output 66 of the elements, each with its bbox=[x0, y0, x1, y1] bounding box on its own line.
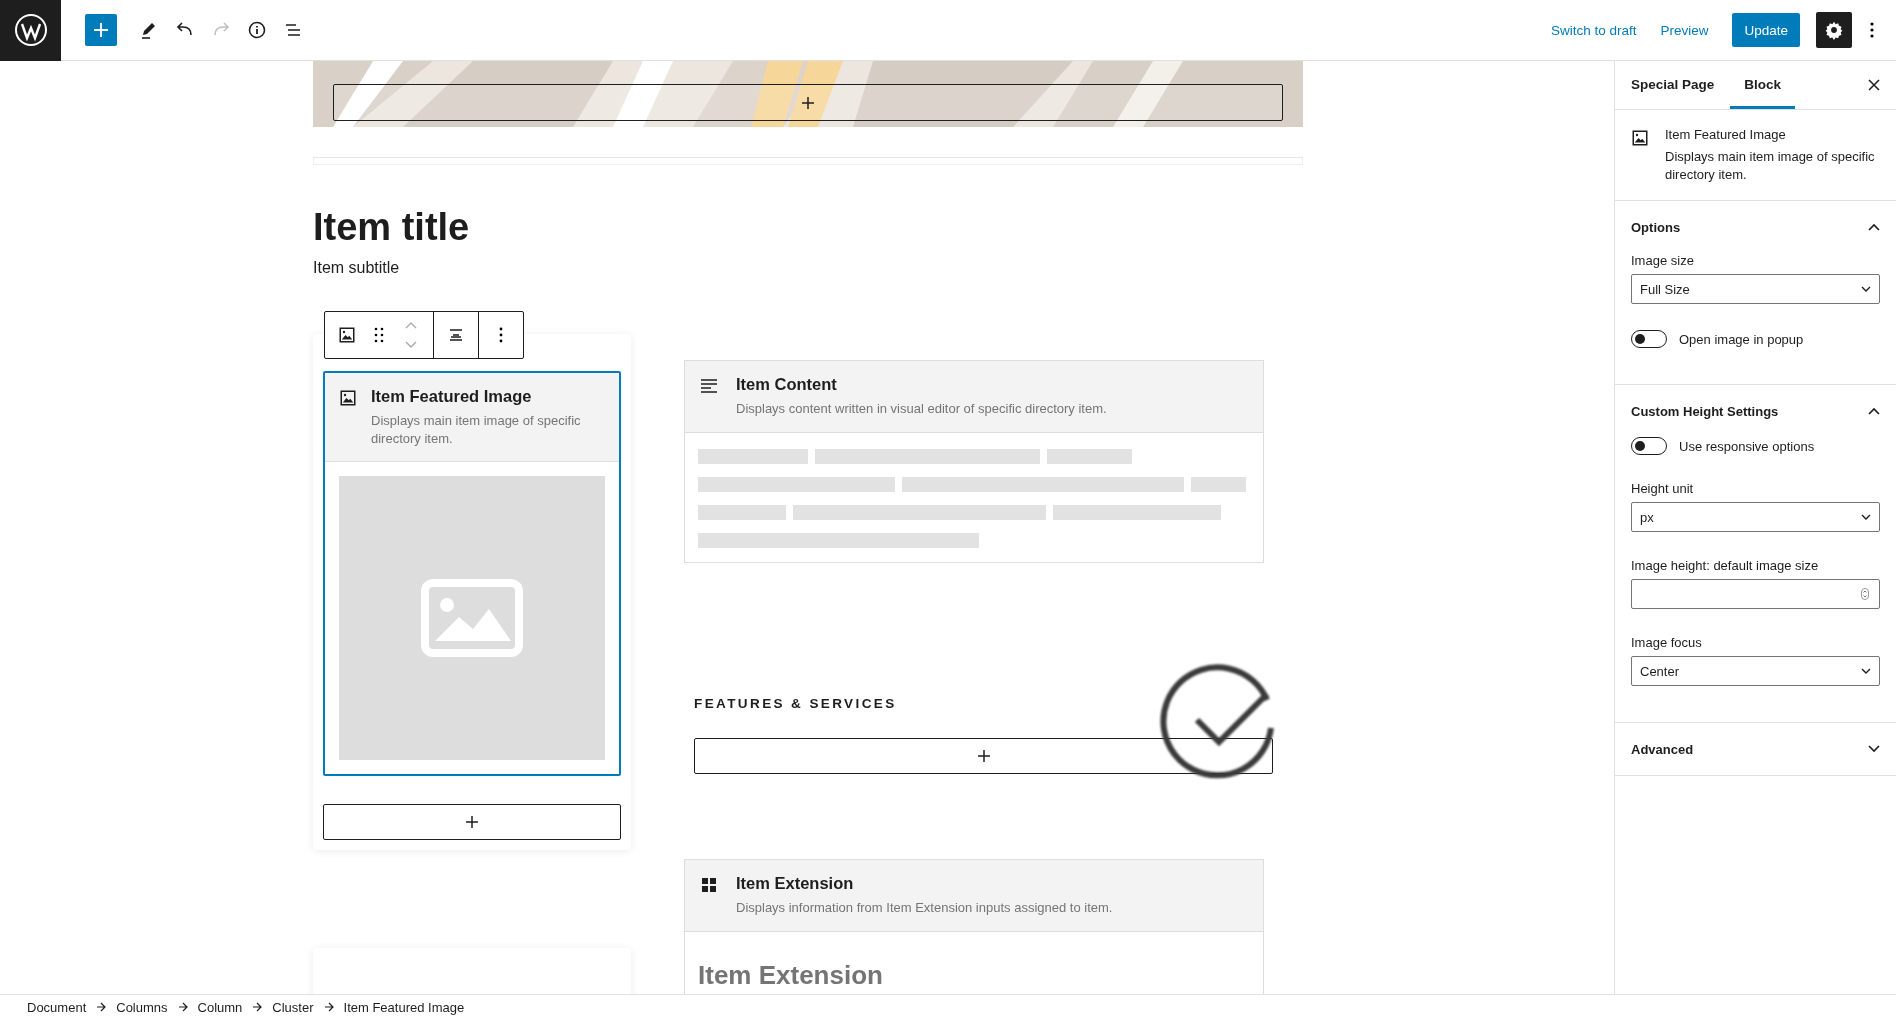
text-placeholder bbox=[1191, 477, 1246, 492]
chevron-down-icon bbox=[1861, 668, 1871, 674]
breadcrumb-link[interactable]: Column bbox=[197, 999, 243, 1015]
item-title[interactable]: Item title bbox=[313, 203, 1303, 251]
chevron-up-icon bbox=[1868, 407, 1880, 415]
wordpress-logo-icon[interactable] bbox=[0, 0, 61, 61]
header-link[interactable]: Preview bbox=[1660, 22, 1709, 38]
toggle-label: Open image in popup bbox=[1679, 331, 1804, 347]
panel-header[interactable]: Advanced bbox=[1615, 723, 1896, 775]
plus-icon bbox=[801, 95, 815, 110]
field-label: Image size bbox=[1631, 253, 1695, 268]
grid-icon bbox=[700, 876, 718, 894]
block-description: Displays main item image of specific directory item. bbox=[1665, 148, 1876, 184]
field-label: Image focus bbox=[1631, 635, 1703, 650]
panel-header[interactable]: Options bbox=[1615, 201, 1896, 253]
block-name: Item Featured Image bbox=[1665, 127, 1787, 142]
sidebar-tab[interactable]: Block bbox=[1730, 61, 1796, 109]
chevron-down-icon bbox=[1868, 745, 1880, 753]
panel-header[interactable]: Custom Height Settings bbox=[1615, 385, 1896, 437]
sidebar-tab[interactable]: Special Page bbox=[1631, 61, 1715, 109]
field-label: Image height: default image size bbox=[1631, 558, 1820, 573]
update-button[interactable]: Update bbox=[1732, 13, 1800, 47]
block-description: Displays main item image of specific directory item. bbox=[371, 412, 582, 448]
panel-title: Options bbox=[1631, 219, 1681, 235]
chevron-up-icon bbox=[1868, 223, 1880, 231]
close-icon[interactable] bbox=[1868, 79, 1880, 91]
arrow-right-icon bbox=[177, 1002, 188, 1012]
block-title: Item Extension bbox=[736, 874, 855, 893]
item-subtitle[interactable]: Item subtitle bbox=[313, 259, 1303, 277]
block-description: Displays information from Item Extension inputs assigned to item. bbox=[736, 899, 1113, 917]
image-icon bbox=[339, 389, 357, 407]
block-title: Item Content bbox=[736, 375, 838, 394]
block-title: Item Featured Image bbox=[371, 387, 533, 406]
settings-button[interactable] bbox=[1816, 12, 1852, 48]
panel-title: Custom Height Settings bbox=[1631, 403, 1779, 419]
breadcrumb-link[interactable]: Item Featured Image bbox=[343, 999, 465, 1015]
chevron-down-icon bbox=[1861, 514, 1871, 520]
dropdown[interactable]: Full Size bbox=[1631, 274, 1880, 304]
plus-icon bbox=[465, 815, 479, 829]
spinner-arrows-icon[interactable] bbox=[1861, 588, 1869, 600]
breadcrumb-link[interactable]: Document bbox=[27, 999, 87, 1015]
add-block-button[interactable] bbox=[323, 804, 621, 840]
breadcrumb-link[interactable]: Cluster bbox=[272, 999, 314, 1015]
chevron-down-icon bbox=[1861, 286, 1871, 292]
arrow-right-icon bbox=[323, 1002, 334, 1012]
gear-icon bbox=[1824, 20, 1844, 40]
arrow-right-icon bbox=[252, 1002, 263, 1012]
dropdown[interactable]: Center bbox=[1631, 656, 1880, 686]
add-block-button[interactable] bbox=[694, 738, 1273, 774]
dropdown[interactable]: px bbox=[1631, 502, 1880, 532]
field-label: Height unit bbox=[1631, 481, 1695, 496]
section-heading[interactable]: FEATURES & SERVICES bbox=[694, 696, 1264, 711]
options-menu-icon[interactable] bbox=[1870, 22, 1874, 38]
arrow-right-icon bbox=[96, 1002, 107, 1012]
paragraph-lines-icon bbox=[700, 377, 718, 395]
number-field[interactable] bbox=[1631, 579, 1880, 609]
breadcrumb-link[interactable]: Columns bbox=[116, 999, 168, 1015]
featured-image-block[interactable]: Item Featured Image Displays main item image of specific directory item. bbox=[323, 371, 621, 776]
plus-icon bbox=[976, 749, 991, 763]
extension-heading: Item Extension bbox=[697, 959, 884, 992]
header-link[interactable]: Switch to draft bbox=[1550, 22, 1637, 38]
image-icon bbox=[1631, 129, 1649, 147]
toggle-label: Use responsive options bbox=[1679, 438, 1815, 454]
image-icon bbox=[421, 579, 523, 657]
panel-title: Advanced bbox=[1631, 741, 1694, 757]
block-description: Displays content written in visual editor of specific directory item. bbox=[736, 400, 1107, 418]
